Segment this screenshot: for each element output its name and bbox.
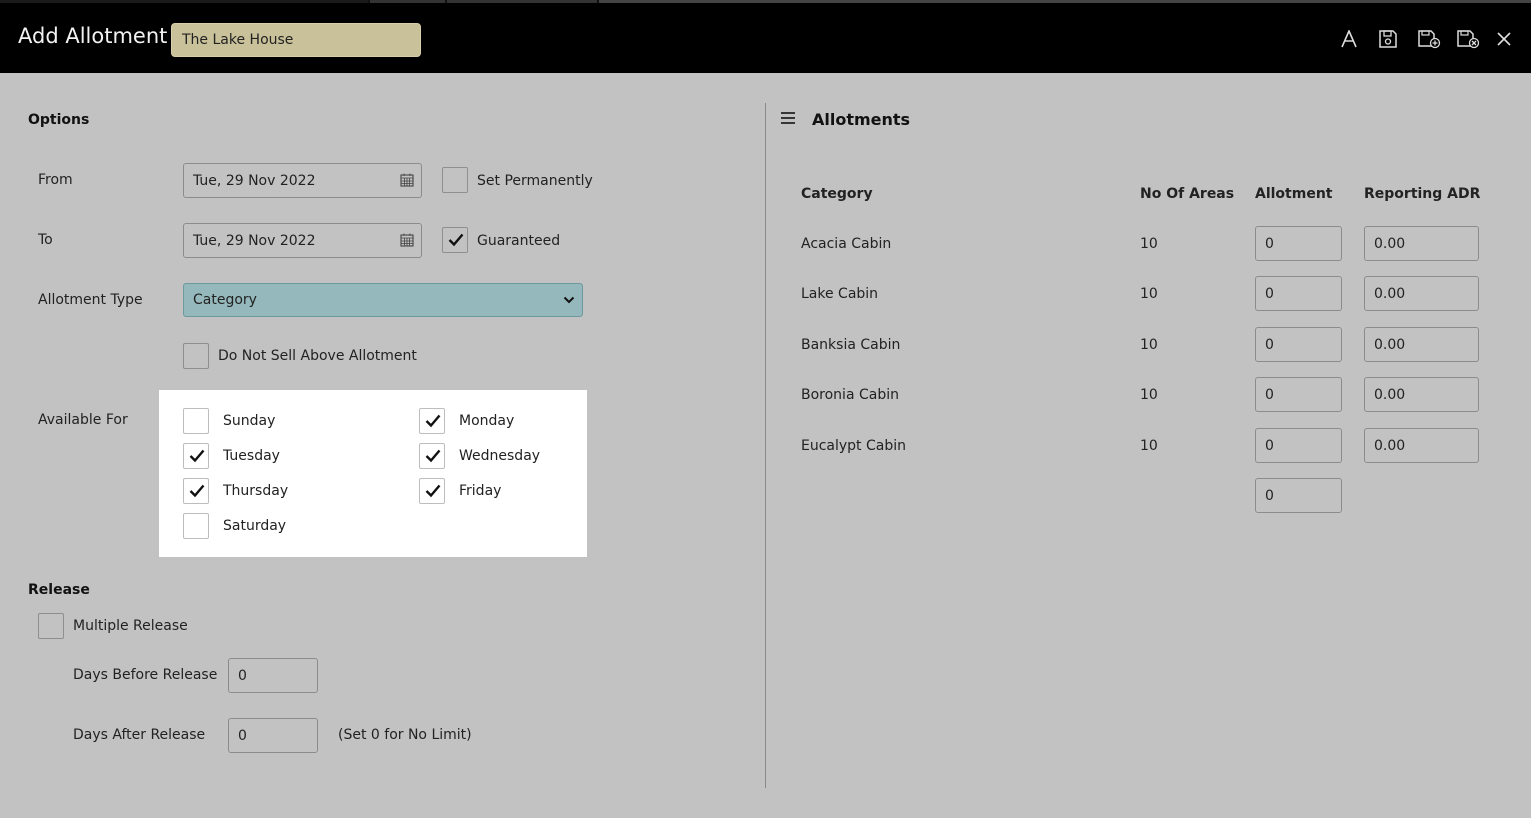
column-header-allotment: Allotment xyxy=(1255,186,1333,202)
property-name-field[interactable]: The Lake House xyxy=(171,23,421,57)
column-header-no-of-areas: No Of Areas xyxy=(1140,186,1235,202)
save-add-icon[interactable] xyxy=(1416,27,1442,51)
calendar-icon[interactable] xyxy=(400,233,414,247)
days-after-release-label: Days After Release xyxy=(73,727,206,743)
set-permanently-label: Set Permanently xyxy=(477,173,593,189)
from-label: From xyxy=(38,172,73,188)
allotment-input[interactable]: 0 xyxy=(1255,327,1342,362)
areas-cell: 10 xyxy=(1140,236,1158,252)
tab-strip xyxy=(0,0,1531,3)
do-not-sell-label: Do Not Sell Above Allotment xyxy=(218,348,417,364)
checkmark-icon xyxy=(425,484,441,498)
day-checkbox-thursday[interactable] xyxy=(183,478,209,504)
areas-cell: 10 xyxy=(1140,337,1158,353)
checkmark-icon xyxy=(425,414,441,428)
menu-icon[interactable] xyxy=(780,110,798,128)
days-after-release-input[interactable]: 0 xyxy=(228,718,318,753)
font-icon[interactable] xyxy=(1337,27,1361,51)
guaranteed-label: Guaranteed xyxy=(477,233,561,249)
from-date-value: Tue, 29 Nov 2022 xyxy=(193,172,316,189)
page-title: Add Allotment xyxy=(18,24,168,48)
allotment-input[interactable]: 0 xyxy=(1255,226,1342,261)
release-section-title: Release xyxy=(28,582,90,598)
column-header-reporting-adr: Reporting ADR xyxy=(1364,186,1481,202)
day-checkbox-wednesday[interactable] xyxy=(419,443,445,469)
allotment-input[interactable]: 0 xyxy=(1255,428,1342,463)
reporting-adr-input[interactable]: 0.00 xyxy=(1364,327,1479,362)
day-label-friday: Friday xyxy=(459,483,502,499)
day-checkbox-tuesday[interactable] xyxy=(183,443,209,469)
no-limit-hint: (Set 0 for No Limit) xyxy=(338,727,472,743)
checkmark-icon xyxy=(189,484,205,498)
day-label-wednesday: Wednesday xyxy=(459,448,541,464)
category-cell: Eucalypt Cabin xyxy=(801,438,906,454)
do-not-sell-checkbox[interactable] xyxy=(183,343,209,369)
day-label-sunday: Sunday xyxy=(223,413,276,429)
reporting-adr-input[interactable]: 0.00 xyxy=(1364,377,1479,412)
reporting-adr-input[interactable]: 0.00 xyxy=(1364,428,1479,463)
save-close-icon[interactable] xyxy=(1455,27,1481,51)
available-days-panel: Sunday Monday Tuesday Wednesday Thursday… xyxy=(159,390,587,557)
chevron-down-icon xyxy=(563,296,575,304)
available-for-label: Available For xyxy=(38,412,128,428)
allotment-type-value: Category xyxy=(193,292,257,308)
days-after-release-value: 0 xyxy=(238,727,247,744)
category-cell: Lake Cabin xyxy=(801,286,879,302)
multiple-release-checkbox[interactable] xyxy=(38,613,64,639)
to-label: To xyxy=(38,232,53,248)
category-cell: Banksia Cabin xyxy=(801,337,901,353)
areas-cell: 10 xyxy=(1140,387,1158,403)
days-before-release-input[interactable]: 0 xyxy=(228,658,318,693)
save-icon[interactable] xyxy=(1376,27,1400,51)
column-header-category: Category xyxy=(801,186,873,202)
allotments-title: Allotments xyxy=(812,110,911,129)
day-checkbox-saturday[interactable] xyxy=(183,513,209,539)
day-label-tuesday: Tuesday xyxy=(223,448,280,464)
category-cell: Acacia Cabin xyxy=(801,236,892,252)
days-before-release-value: 0 xyxy=(238,667,247,684)
guaranteed-checkbox[interactable] xyxy=(442,227,468,253)
checkmark-icon xyxy=(189,449,205,463)
to-date-value: Tue, 29 Nov 2022 xyxy=(193,232,316,249)
from-date-field[interactable]: Tue, 29 Nov 2022 xyxy=(183,163,422,198)
allotment-type-label: Allotment Type xyxy=(38,292,143,308)
window-header: Add Allotment The Lake House xyxy=(0,0,1531,73)
allotment-type-select[interactable]: Category xyxy=(183,283,583,317)
calendar-icon[interactable] xyxy=(400,173,414,187)
days-before-release-label: Days Before Release xyxy=(73,667,218,683)
day-checkbox-monday[interactable] xyxy=(419,408,445,434)
close-icon[interactable] xyxy=(1492,27,1516,51)
category-cell: Boronia Cabin xyxy=(801,387,899,403)
reporting-adr-input[interactable]: 0.00 xyxy=(1364,276,1479,311)
to-date-field[interactable]: Tue, 29 Nov 2022 xyxy=(183,223,422,258)
multiple-release-label: Multiple Release xyxy=(73,618,188,634)
checkmark-icon xyxy=(425,449,441,463)
day-checkbox-friday[interactable] xyxy=(419,478,445,504)
day-label-monday: Monday xyxy=(459,413,515,429)
day-checkbox-sunday[interactable] xyxy=(183,408,209,434)
day-label-thursday: Thursday xyxy=(223,483,289,499)
panel-divider xyxy=(765,103,766,788)
reporting-adr-input[interactable]: 0.00 xyxy=(1364,226,1479,261)
set-permanently-checkbox[interactable] xyxy=(442,167,468,193)
areas-cell: 10 xyxy=(1140,438,1158,454)
areas-cell: 10 xyxy=(1140,286,1158,302)
options-section-title: Options xyxy=(28,112,90,128)
allotment-input[interactable]: 0 xyxy=(1255,377,1342,412)
day-label-saturday: Saturday xyxy=(223,518,287,534)
total-allotment-input[interactable]: 0 xyxy=(1255,478,1342,513)
checkmark-icon xyxy=(448,233,464,247)
allotment-input[interactable]: 0 xyxy=(1255,276,1342,311)
